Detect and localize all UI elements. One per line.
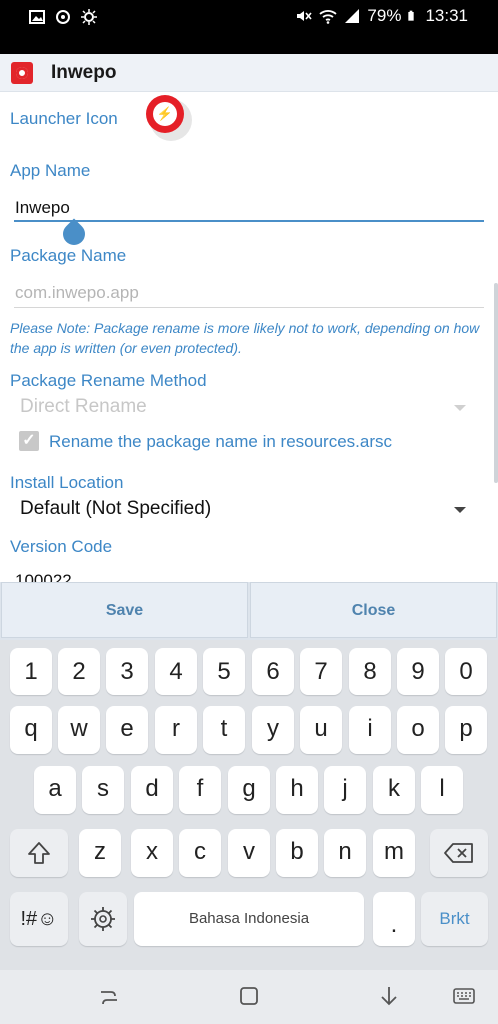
key-2[interactable]: 2 bbox=[58, 648, 100, 695]
app-name-underline bbox=[14, 220, 484, 222]
enter-key[interactable]: Brkt bbox=[421, 892, 488, 946]
shift-key[interactable] bbox=[10, 829, 68, 877]
save-button[interactable]: Save bbox=[1, 582, 248, 638]
key-d[interactable]: d bbox=[131, 766, 173, 814]
lightning-icon: ⚡ bbox=[153, 102, 177, 126]
install-location-label: Install Location bbox=[10, 473, 124, 492]
mute-icon bbox=[297, 11, 313, 21]
app-name-input[interactable]: Inwepo bbox=[15, 198, 70, 218]
battery-percent: 79% bbox=[367, 6, 402, 25]
key-u[interactable]: u bbox=[300, 706, 342, 754]
key-f[interactable]: f bbox=[179, 766, 221, 814]
rename-method-dropdown[interactable]: Direct Rename bbox=[20, 396, 147, 418]
action-bar: Save Close bbox=[0, 582, 498, 640]
key-1[interactable]: 1 bbox=[10, 648, 52, 695]
key-h[interactable]: h bbox=[276, 766, 318, 814]
key-o[interactable]: o bbox=[397, 706, 439, 754]
key-e[interactable]: e bbox=[106, 706, 148, 754]
key-6[interactable]: 6 bbox=[252, 648, 294, 695]
key-s[interactable]: s bbox=[82, 766, 124, 814]
key-n[interactable]: n bbox=[324, 829, 366, 877]
backspace-icon bbox=[444, 843, 473, 863]
app-name-label: App Name bbox=[10, 161, 91, 180]
key-5[interactable]: 5 bbox=[203, 648, 245, 695]
key-i[interactable]: i bbox=[349, 706, 391, 754]
install-location-dropdown[interactable]: Default (Not Specified) bbox=[20, 498, 211, 520]
key-8[interactable]: 8 bbox=[349, 648, 391, 695]
rename-resources-label[interactable]: Rename the package name in resources.ars… bbox=[49, 432, 392, 452]
rename-method-label: Package Rename Method bbox=[10, 371, 207, 390]
soft-keyboard: 1 2 3 4 5 6 7 8 9 0 q w e r t y u i o p … bbox=[0, 640, 498, 970]
shift-arrow-icon bbox=[28, 842, 50, 864]
package-rename-note: Please Note: Package rename is more like… bbox=[10, 320, 480, 356]
key-r[interactable]: r bbox=[155, 706, 197, 754]
key-z[interactable]: z bbox=[79, 829, 121, 877]
key-4[interactable]: 4 bbox=[155, 648, 197, 695]
key-j[interactable]: j bbox=[324, 766, 366, 814]
key-w[interactable]: w bbox=[58, 706, 100, 754]
navigation-bar bbox=[0, 970, 498, 1024]
key-7[interactable]: 7 bbox=[300, 648, 342, 695]
space-bar[interactable]: Bahasa Indonesia bbox=[134, 892, 364, 946]
close-button[interactable]: Close bbox=[250, 582, 497, 638]
signal-icon bbox=[345, 9, 360, 23]
battery-icon bbox=[408, 10, 415, 21]
brightness-icon bbox=[81, 9, 97, 25]
version-code-label: Version Code bbox=[10, 537, 113, 556]
key-q[interactable]: q bbox=[10, 706, 52, 754]
key-3[interactable]: 3 bbox=[106, 648, 148, 695]
wifi-icon bbox=[319, 10, 338, 24]
key-t[interactable]: t bbox=[203, 706, 245, 754]
text-cursor-handle[interactable] bbox=[58, 218, 90, 250]
key-p[interactable]: p bbox=[445, 706, 487, 754]
back-icon[interactable] bbox=[377, 984, 401, 1008]
page-title: Inwepo bbox=[51, 62, 117, 83]
rename-resources-checkbox[interactable]: ✓ bbox=[19, 431, 39, 451]
key-a[interactable]: a bbox=[34, 766, 76, 814]
home-icon[interactable] bbox=[237, 984, 261, 1008]
key-k[interactable]: k bbox=[373, 766, 415, 814]
key-y[interactable]: y bbox=[252, 706, 294, 754]
title-bar: Inwepo bbox=[0, 54, 498, 92]
key-c[interactable]: c bbox=[179, 829, 221, 877]
recent-apps-icon[interactable] bbox=[97, 984, 121, 1008]
clock: 13:31 bbox=[425, 6, 468, 25]
keyboard-switch-icon[interactable] bbox=[452, 984, 476, 1008]
sync-icon bbox=[56, 10, 70, 24]
key-b[interactable]: b bbox=[276, 829, 318, 877]
key-x[interactable]: x bbox=[131, 829, 173, 877]
app-settings-form: Launcher Icon ⚡ App Name Inwepo Package … bbox=[0, 92, 498, 582]
package-name-underline bbox=[14, 307, 484, 308]
key-g[interactable]: g bbox=[228, 766, 270, 814]
key-v[interactable]: v bbox=[228, 829, 270, 877]
status-bar: 79% 13:31 bbox=[0, 0, 498, 54]
launcher-icon-button[interactable]: ⚡ bbox=[146, 95, 192, 141]
install-location-chevron-down-icon[interactable] bbox=[454, 507, 466, 513]
settings-key[interactable] bbox=[79, 892, 127, 946]
key-9[interactable]: 9 bbox=[397, 648, 439, 695]
scrollbar[interactable] bbox=[494, 283, 498, 483]
key-0[interactable]: 0 bbox=[445, 648, 487, 695]
key-m[interactable]: m bbox=[373, 829, 415, 877]
key-l[interactable]: l bbox=[421, 766, 463, 814]
launcher-icon-label: Launcher Icon bbox=[10, 109, 118, 128]
package-name-input[interactable]: com.inwepo.app bbox=[15, 283, 139, 303]
rename-method-chevron-down-icon bbox=[454, 405, 466, 411]
package-name-label: Package Name bbox=[10, 246, 127, 265]
gear-icon bbox=[91, 907, 115, 931]
symbols-key[interactable]: !#☺ bbox=[10, 892, 68, 946]
backspace-key[interactable] bbox=[430, 829, 488, 877]
launcher-icon-image: ⚡ bbox=[146, 95, 184, 133]
version-code-input[interactable]: 100022 bbox=[15, 571, 72, 582]
app-logo-icon bbox=[11, 62, 33, 84]
image-icon bbox=[29, 10, 45, 24]
period-key[interactable]: . bbox=[373, 892, 415, 946]
